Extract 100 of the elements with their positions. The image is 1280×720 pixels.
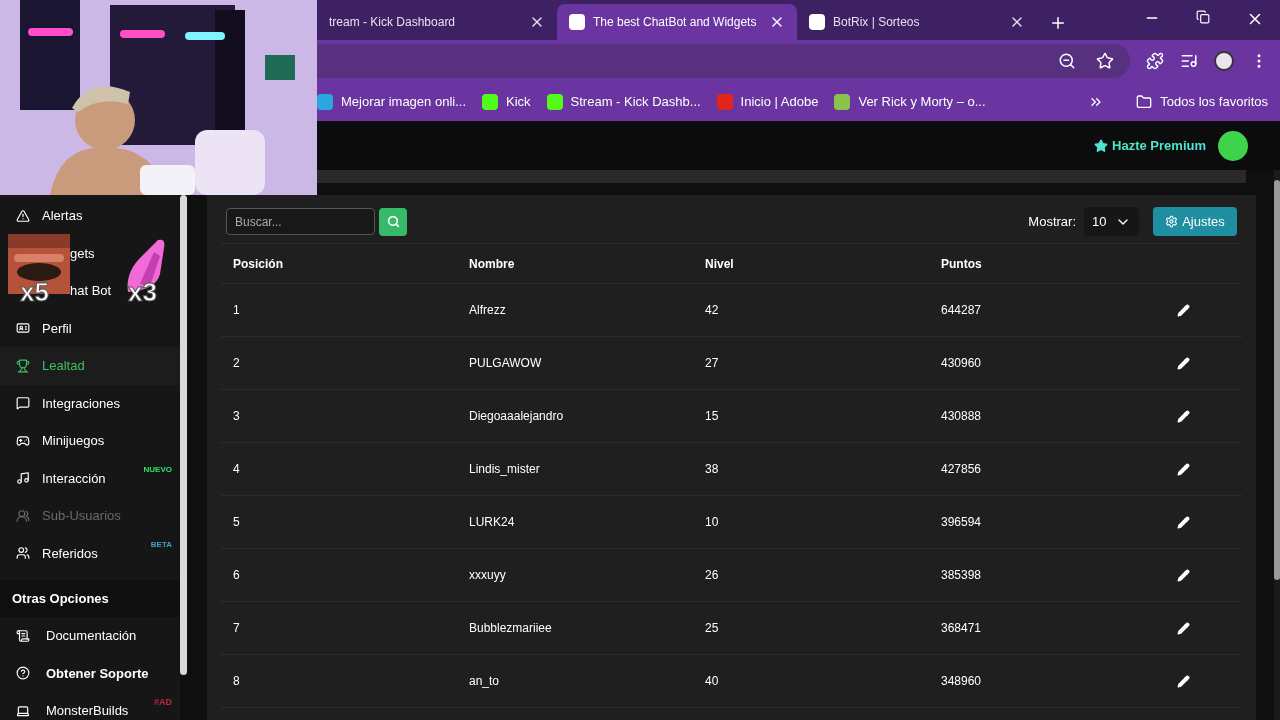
menu-item-icon: [16, 628, 30, 643]
table-cell-text: 385398: [941, 567, 983, 584]
menu-item-icon: [16, 471, 30, 486]
tab-favicon-icon: [809, 14, 825, 30]
browser-tab[interactable]: The best ChatBot and Widgets: [557, 4, 797, 40]
restore-icon[interactable]: [1196, 10, 1210, 24]
page-scrollbar[interactable]: [1274, 180, 1280, 580]
browser-tab[interactable]: tream - Kick Dashboard: [317, 4, 557, 40]
sidebar-item[interactable]: Referidos BETA: [0, 534, 180, 572]
browser-tab[interactable]: BotRix | Sorteos: [797, 4, 1037, 40]
edit-icon[interactable]: [1177, 356, 1190, 370]
table-cell-text: xxxuyy: [469, 567, 507, 584]
media-icon[interactable]: [1180, 52, 1198, 70]
menu-item-icon: [16, 321, 30, 336]
menu-item-icon: [16, 358, 30, 373]
menu-item-icon: [16, 433, 30, 448]
tab-title: The best ChatBot and Widgets: [593, 14, 758, 31]
table-cell-text: an_to: [469, 673, 501, 690]
column-header: Posición: [233, 255, 284, 273]
edit-icon[interactable]: [1177, 515, 1190, 529]
table-cell-text: 3: [233, 408, 241, 425]
bookmark[interactable]: Inicio | Adobe: [716, 91, 819, 112]
table-cell-text: 5: [233, 514, 241, 531]
search-field[interactable]: Buscar...: [226, 208, 375, 235]
table-cell-text: Bubblezmariiee: [469, 620, 553, 637]
new-tab-icon[interactable]: [1049, 14, 1067, 32]
table-cell-text: 644287: [941, 302, 983, 319]
badge-label: BETA: [150, 538, 172, 551]
tab-title: tream - Kick Dashboard: [329, 14, 457, 31]
zoom-icon[interactable]: [1058, 52, 1076, 70]
tab-favicon-icon: [569, 14, 585, 30]
sidebar-item[interactable]: Interacción NUEVO: [0, 459, 180, 497]
edit-icon[interactable]: [1177, 621, 1190, 635]
sidebar-item[interactable]: Integraciones: [0, 384, 180, 422]
table-cell-text: 430888: [941, 408, 983, 425]
bookmark-favicon-icon: [482, 93, 498, 110]
menu-item-icon: [16, 666, 30, 681]
sidebar-item[interactable]: Perfil: [0, 309, 180, 347]
sidebar-item[interactable]: Alertas: [0, 197, 180, 235]
table-cell-text: 368471: [941, 620, 983, 637]
table-cell-text: 10: [705, 514, 720, 531]
table-cell-text: 26: [705, 567, 720, 584]
column-header: Nombre: [469, 255, 516, 273]
folder-icon: [1136, 93, 1153, 110]
badge-label: #AD: [154, 696, 172, 709]
table-cell-text: Lindis_mister: [469, 461, 541, 478]
sidebar-item[interactable]: Lealtad: [0, 347, 180, 385]
show-label: Mostrar:: [1028, 212, 1076, 231]
table-cell-text: 25: [705, 620, 720, 637]
edit-icon[interactable]: [1177, 568, 1190, 582]
bookmark[interactable]: Kick: [482, 91, 531, 112]
sidebar-item[interactable]: Documentación: [0, 617, 180, 655]
search-button[interactable]: [379, 207, 407, 236]
column-header: Nivel: [705, 255, 735, 273]
sidebar-item[interactable]: MonsterBuilds #AD: [0, 692, 180, 720]
table-cell-text: PULGAWOW: [469, 355, 543, 372]
premium-link[interactable]: Hazte Premium: [1094, 135, 1206, 156]
bookmark-star-icon[interactable]: [1096, 52, 1114, 70]
sidebar-item[interactable]: hat Bot: [70, 281, 112, 301]
bookmark[interactable]: Mejorar imagen onli...: [317, 91, 466, 112]
bookmark-favicon-icon: [716, 93, 733, 110]
table-cell-text: 27: [705, 355, 720, 372]
bookmark[interactable]: Stream - Kick Dashb...: [546, 91, 701, 112]
table-cell-text: 6: [233, 567, 241, 584]
sidebar-scrollbar[interactable]: [180, 195, 187, 675]
edit-icon[interactable]: [1177, 303, 1190, 317]
table-cell-text: 40: [705, 673, 720, 690]
extensions-icon[interactable]: [1146, 52, 1164, 70]
bookmark-favicon-icon: [546, 93, 563, 110]
menu-item-icon: [16, 396, 30, 411]
sidebar-item[interactable]: gets: [70, 243, 95, 263]
table-cell-text: 396594: [941, 514, 983, 531]
table-cell-text: 4: [233, 461, 241, 478]
table-cell-text: LURK24: [469, 514, 516, 531]
menu-item-icon: [16, 546, 30, 561]
settings-button[interactable]: Ajustes: [1153, 207, 1237, 236]
edit-icon[interactable]: [1177, 409, 1190, 423]
badge-label: NUEVO: [143, 463, 172, 476]
bookmark[interactable]: Ver Rick y Morty – o...: [834, 91, 986, 112]
edit-icon[interactable]: [1177, 462, 1190, 476]
table-cell-text: 15: [705, 408, 720, 425]
table-cell-text: 42: [705, 302, 720, 319]
edit-icon[interactable]: [1177, 674, 1190, 688]
bookmark-favicon-icon: [317, 93, 333, 110]
sidebar-item[interactable]: Obtener Soporte: [0, 654, 180, 692]
column-header: Puntos: [941, 255, 983, 273]
menu-item-icon: [16, 703, 30, 718]
all-bookmarks[interactable]: Todos los favoritos: [1136, 91, 1268, 112]
menu-item-icon: [16, 508, 30, 523]
menu-item-icon: [16, 208, 30, 223]
table-cell-text: Alfrezz: [469, 302, 507, 319]
bookmark-favicon-icon: [834, 93, 851, 110]
section-heading: Otras Opciones: [0, 580, 180, 617]
page-size-select[interactable]: 10: [1084, 207, 1139, 236]
sidebar-item[interactable]: Minijuegos: [0, 422, 180, 460]
profile-avatar-icon[interactable]: [1214, 51, 1234, 71]
table-cell-text: 427856: [941, 461, 983, 478]
table-cell-text: 348960: [941, 673, 983, 690]
mascot-avatar-icon[interactable]: [1218, 130, 1248, 161]
tab-title: BotRix | Sorteos: [833, 14, 921, 31]
